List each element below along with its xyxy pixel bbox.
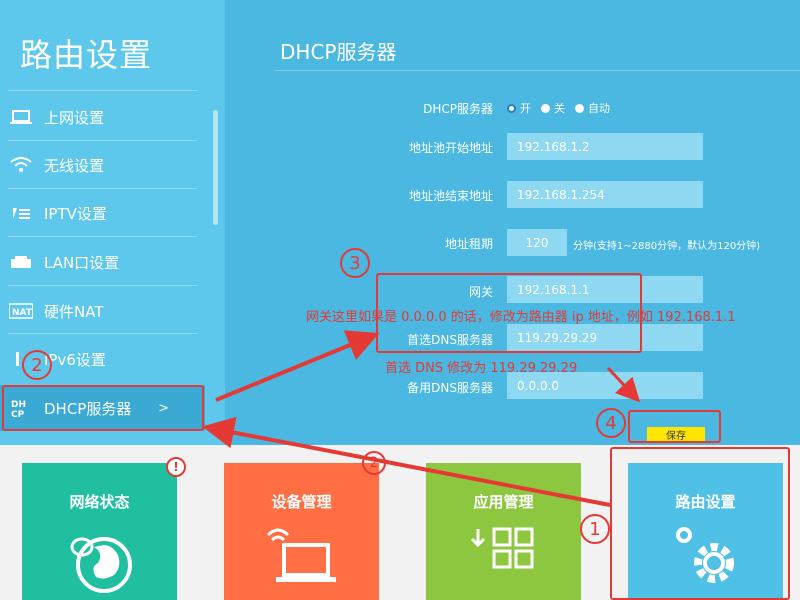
main-panel: DHCP服务器 DHCP服务器 开 关 自动 地址池开始地址 192.168.1… bbox=[225, 0, 800, 445]
apps-grid-icon bbox=[426, 523, 581, 593]
alert-badge: ! bbox=[166, 457, 186, 477]
scrollbar[interactable] bbox=[213, 110, 218, 225]
iptv-icon bbox=[8, 205, 34, 221]
wifi-icon bbox=[8, 157, 34, 173]
annotation-box-dhcp-menu bbox=[2, 385, 204, 431]
lease-input[interactable]: 120 bbox=[507, 229, 567, 256]
sidebar-item-lan[interactable]: LAN口设置 bbox=[0, 239, 205, 285]
tile-network-status[interactable]: 网络状态 bbox=[22, 463, 177, 600]
divider bbox=[8, 140, 197, 141]
tile-app-management[interactable]: 应用管理 bbox=[426, 463, 581, 600]
tile-label: 设备管理 bbox=[271, 493, 332, 511]
lease-hint: 分钟(支持1~2880分钟，默认为120分钟) bbox=[573, 241, 761, 252]
sidebar-item-label: LAN口设置 bbox=[44, 253, 120, 272]
annotation-box-save bbox=[628, 410, 721, 443]
annotation-number-2-tile: 2 bbox=[362, 451, 386, 475]
annotation-number-4: 4 bbox=[596, 408, 626, 438]
divider bbox=[8, 333, 197, 334]
divider bbox=[8, 285, 197, 286]
radio-icon bbox=[575, 103, 584, 113]
annotation-dns-note: 首选 DNS 修改为 119.29.29.29 bbox=[385, 361, 578, 376]
sidebar-item-label: 无线设置 bbox=[44, 156, 105, 175]
svg-text:NAT: NAT bbox=[12, 308, 33, 318]
radio-selected-icon bbox=[507, 103, 516, 113]
annotation-number-1: 1 bbox=[580, 514, 610, 544]
dhcp-radio-on[interactable]: 开 bbox=[507, 100, 531, 116]
annotation-box-router-tile bbox=[610, 447, 790, 600]
tile-label: 应用管理 bbox=[473, 493, 534, 511]
lan-icon bbox=[8, 254, 34, 270]
divider bbox=[8, 236, 197, 237]
nat-icon: NAT bbox=[8, 303, 34, 319]
dhcp-radio-off[interactable]: 关 bbox=[541, 100, 565, 116]
dhcp-radio-group: 开 关 自动 bbox=[507, 100, 620, 116]
dns2-input[interactable]: 0.0.0.0 bbox=[507, 372, 703, 399]
divider bbox=[8, 90, 197, 91]
sidebar-item-label: IPTV设置 bbox=[44, 204, 107, 223]
divider bbox=[8, 188, 197, 189]
lease-label: 地址租期 bbox=[444, 237, 493, 251]
sidebar-item-nat[interactable]: NAT 硬件NAT bbox=[0, 288, 205, 334]
radio-label: 自动 bbox=[588, 102, 610, 115]
laptop-icon bbox=[8, 109, 34, 125]
sidebar-item-label: IPv6设置 bbox=[44, 350, 106, 369]
divider bbox=[275, 70, 800, 71]
radio-label: 关 bbox=[554, 102, 565, 115]
pool-end-input[interactable]: 192.168.1.254 bbox=[507, 181, 703, 208]
radio-icon bbox=[541, 103, 550, 113]
radio-label: 开 bbox=[520, 102, 531, 115]
sidebar-title: 路由设置 bbox=[20, 36, 153, 74]
dns2-label: 备用DNS服务器 bbox=[407, 381, 493, 395]
dhcp-label: DHCP服务器 bbox=[423, 102, 493, 116]
sidebar-item-wireless[interactable]: 无线设置 bbox=[0, 142, 205, 188]
sidebar-item-iptv[interactable]: IPTV设置 bbox=[0, 190, 205, 236]
annotation-number-3: 3 bbox=[340, 248, 370, 278]
annotation-gateway-note: 网关这里如果是 0.0.0.0 的话，修改为路由器 ip 地址，例如 192.1… bbox=[306, 310, 736, 325]
tile-label: 网络状态 bbox=[69, 493, 130, 511]
annotation-number-2: 2 bbox=[22, 350, 52, 380]
tile-device-management[interactable]: 设备管理 bbox=[224, 463, 379, 600]
globe-icon bbox=[22, 523, 177, 595]
pool-start-input[interactable]: 192.168.1.2 bbox=[507, 133, 703, 160]
sidebar-item-label: 上网设置 bbox=[44, 108, 105, 127]
pool-start-label: 地址池开始地址 bbox=[408, 141, 493, 155]
dhcp-radio-auto[interactable]: 自动 bbox=[575, 100, 610, 116]
sidebar-item-label: 硬件NAT bbox=[44, 302, 104, 321]
laptop-wifi-icon bbox=[224, 523, 379, 593]
page-title: DHCP服务器 bbox=[280, 40, 397, 64]
pool-end-label: 地址池结束地址 bbox=[408, 189, 493, 203]
sidebar-item-internet[interactable]: 上网设置 bbox=[0, 94, 205, 140]
